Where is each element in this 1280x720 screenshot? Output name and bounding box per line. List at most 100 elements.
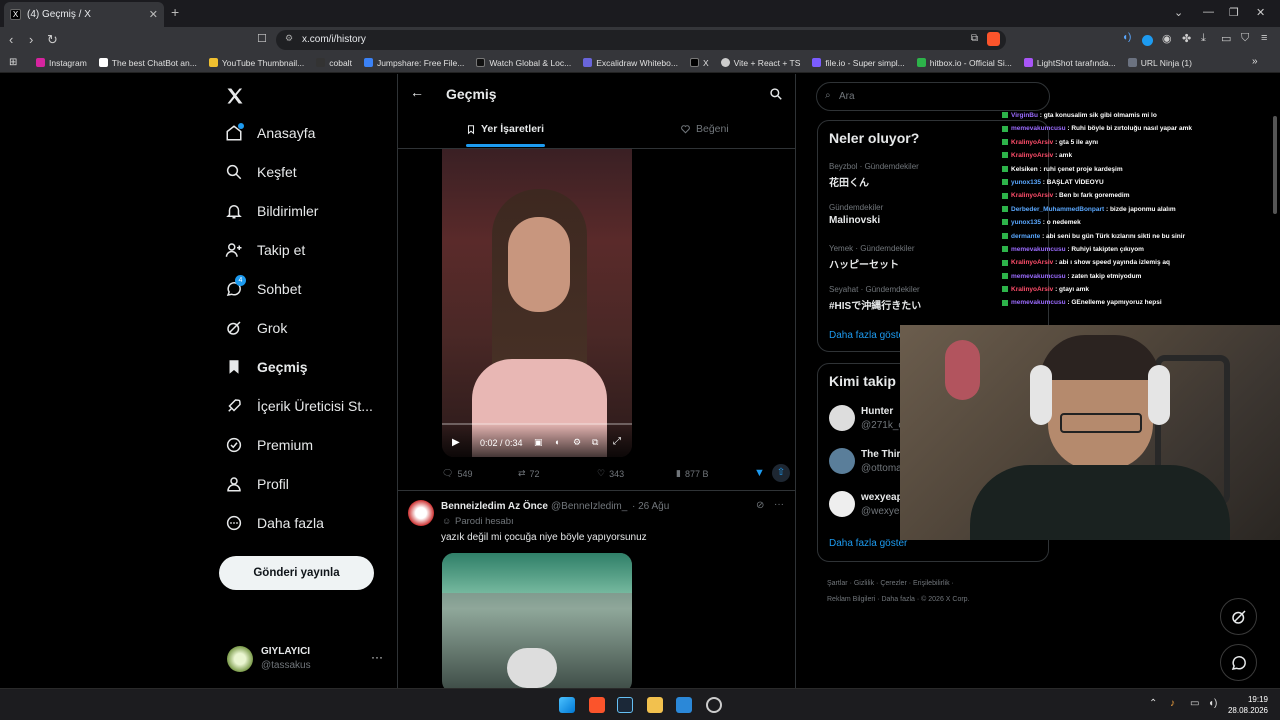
x-logo-icon[interactable] bbox=[225, 86, 245, 106]
brave-shields-icon[interactable] bbox=[987, 32, 1000, 46]
url-field[interactable]: ⚙ x.com/i/history ⧉ bbox=[276, 30, 1006, 50]
back-arrow-icon[interactable]: ← bbox=[410, 84, 424, 100]
sidebar-item-explore[interactable]: Keşfet bbox=[225, 163, 297, 181]
trend-title[interactable]: #HISで沖縄行きたい bbox=[829, 297, 921, 312]
apps-grid-icon[interactable]: ⊞ bbox=[9, 57, 17, 68]
footer-link[interactable]: Çerezler bbox=[880, 580, 906, 587]
maximize-button[interactable]: ❐ bbox=[1229, 6, 1239, 19]
bookmark-item[interactable]: Instagram bbox=[36, 58, 87, 68]
sidebar-item-home[interactable]: Anasayfa bbox=[225, 123, 315, 142]
windows-start-icon[interactable] bbox=[559, 697, 575, 713]
open-in-app-icon[interactable]: ⧉ bbox=[971, 33, 978, 44]
extension-icon[interactable] bbox=[1142, 35, 1153, 46]
extension-camera-icon[interactable]: ◉ bbox=[1162, 32, 1172, 45]
more-horizontal-icon[interactable]: ··· bbox=[371, 650, 383, 664]
bookmark-item[interactable]: The best ChatBot an... bbox=[98, 58, 197, 68]
tweet-author-name[interactable]: Benneizledim Az Önce bbox=[441, 501, 548, 512]
tray-chevron-icon[interactable]: ⌃ bbox=[1149, 698, 1157, 709]
menu-icon[interactable]: ≡ bbox=[1261, 32, 1267, 44]
sidebar-item-premium[interactable]: Premium bbox=[225, 436, 313, 454]
tweet[interactable]: Benneizledim Az Önce @BenneIzledim_ · 26… bbox=[398, 490, 795, 688]
bookmark-item[interactable]: URL Ninja (1) bbox=[1127, 58, 1192, 68]
microphone-icon[interactable]: ♪ bbox=[1170, 698, 1175, 709]
bookmark-item[interactable]: Watch Global & Loc... bbox=[476, 58, 571, 68]
bookmarked-icon[interactable]: ▼ bbox=[754, 467, 765, 479]
window-close-button[interactable]: ✕ bbox=[1256, 6, 1265, 19]
vpn-shield-icon[interactable]: ⛉ bbox=[1241, 32, 1249, 45]
file-explorer-icon[interactable] bbox=[647, 697, 663, 713]
tab-search-icon[interactable]: ⌄ bbox=[1174, 6, 1183, 19]
sidebar-item-more[interactable]: Daha fazla bbox=[225, 514, 324, 532]
app-icon[interactable] bbox=[676, 697, 692, 713]
video-progress-track[interactable] bbox=[442, 423, 632, 425]
post-button[interactable]: Gönderi yayınla bbox=[219, 556, 374, 590]
network-icon[interactable]: ▭ bbox=[1190, 698, 1199, 709]
sidebar-icon[interactable]: ▭ bbox=[1221, 32, 1231, 45]
browser-tab[interactable]: X (4) Geçmiş / X ✕ bbox=[4, 2, 164, 27]
views-button[interactable]: ▮ 877 B bbox=[676, 468, 708, 479]
trend-title[interactable]: Malinovski bbox=[829, 215, 880, 226]
more-bookmarks-icon[interactable]: » bbox=[1252, 56, 1258, 67]
site-info-icon[interactable]: ⚙ bbox=[285, 33, 293, 44]
footer-link[interactable]: Gizlilik bbox=[854, 580, 874, 587]
suggested-user-name[interactable]: wexyeap bbox=[861, 492, 903, 503]
repost-button[interactable]: ⇄ 72 bbox=[518, 468, 540, 479]
sidebar-item-follow[interactable]: Takip et bbox=[225, 241, 305, 259]
minimize-button[interactable]: — bbox=[1203, 6, 1214, 18]
tab-likes[interactable]: Beğeni bbox=[680, 123, 729, 135]
footer-link[interactable]: Reklam Bilgileri bbox=[827, 596, 875, 603]
new-tab-button[interactable]: + bbox=[171, 4, 179, 20]
account-switcher[interactable]: GIYLAYICI @tassakus ··· bbox=[227, 642, 387, 682]
bookmark-item[interactable]: Vite + React + TS bbox=[720, 58, 800, 68]
play-icon[interactable]: ▶ bbox=[452, 437, 460, 448]
system-clock[interactable]: 19:19 28.08.2026 bbox=[1228, 694, 1268, 716]
bookmark-item[interactable]: X bbox=[689, 58, 709, 68]
forward-button[interactable]: › bbox=[29, 32, 33, 47]
bookmark-item[interactable]: hitbox.io - Official Si... bbox=[916, 58, 1012, 68]
show-more-link[interactable]: Daha fazla göster bbox=[829, 538, 907, 549]
reload-button[interactable]: ↻ bbox=[47, 32, 58, 48]
tweet-media[interactable] bbox=[442, 553, 632, 688]
search-icon[interactable] bbox=[769, 87, 783, 101]
sidebar-item-profile[interactable]: Profil bbox=[225, 475, 289, 493]
volume-icon[interactable]: ◖ bbox=[554, 437, 559, 447]
reply-button[interactable]: 🗨 549 bbox=[442, 468, 472, 479]
grok-icon[interactable]: ⊘ bbox=[756, 500, 764, 511]
tab-bookmarks[interactable]: Yer İşaretleri bbox=[466, 123, 544, 135]
suggested-user-name[interactable]: The Thir bbox=[861, 449, 900, 460]
bookmark-item[interactable]: LightShot tarafında... bbox=[1023, 58, 1116, 68]
bookmark-item[interactable]: cobalt bbox=[316, 58, 352, 68]
downloads-icon[interactable]: ⤓ bbox=[1201, 32, 1206, 45]
more-horizontal-icon[interactable]: ··· bbox=[774, 499, 784, 510]
sidebar-item-creator-studio[interactable]: İçerik Üreticisi St... bbox=[225, 397, 373, 415]
bookmark-item[interactable]: file.io - Super simpl... bbox=[812, 58, 905, 68]
sidebar-item-grok[interactable]: Grok bbox=[225, 319, 287, 337]
brave-browser-icon[interactable] bbox=[589, 697, 605, 713]
sidebar-item-notifications[interactable]: Bildirimler bbox=[225, 202, 318, 220]
like-button[interactable]: ♡ 343 bbox=[597, 468, 624, 479]
suggested-user-name[interactable]: Hunter bbox=[861, 406, 893, 417]
fullscreen-icon[interactable]: ⤢ bbox=[613, 436, 621, 447]
sidebar-item-chat[interactable]: Sohbet 4 bbox=[225, 275, 301, 298]
bookmark-item[interactable]: YouTube Thumbnail... bbox=[208, 58, 304, 68]
messages-fab-button[interactable] bbox=[1220, 644, 1257, 681]
bookmark-page-icon[interactable]: ☐ bbox=[257, 32, 267, 45]
settings-icon[interactable]: ⚙ bbox=[573, 437, 581, 448]
footer-link[interactable]: Şartlar bbox=[827, 580, 848, 587]
bookmark-item[interactable]: Jumpshare: Free File... bbox=[363, 58, 464, 68]
sidebar-item-history[interactable]: Geçmiş bbox=[225, 358, 308, 376]
footer-link[interactable]: Daha fazla bbox=[881, 596, 914, 603]
captions-icon[interactable]: ▣ bbox=[534, 437, 543, 448]
video-player[interactable]: ▶ 0:02 / 0:34 ▣ ◖ ⚙ ⧉ ⤢ bbox=[442, 149, 632, 457]
steam-icon[interactable] bbox=[617, 697, 633, 713]
trend-title[interactable]: 花田くん bbox=[829, 174, 869, 189]
show-more-link[interactable]: Daha fazla göster bbox=[829, 330, 907, 341]
audio-icon[interactable]: ◖) bbox=[1122, 32, 1131, 43]
footer-link[interactable]: Erişilebilirlik bbox=[913, 580, 950, 587]
share-icon[interactable]: ⇧ bbox=[772, 464, 790, 482]
obs-icon[interactable] bbox=[706, 697, 722, 713]
trend-title[interactable]: ハッピーセット bbox=[829, 256, 899, 271]
extensions-puzzle-icon[interactable]: ✤ bbox=[1182, 32, 1191, 45]
page-scrollbar[interactable] bbox=[1273, 116, 1277, 214]
close-tab-icon[interactable]: ✕ bbox=[149, 8, 158, 21]
